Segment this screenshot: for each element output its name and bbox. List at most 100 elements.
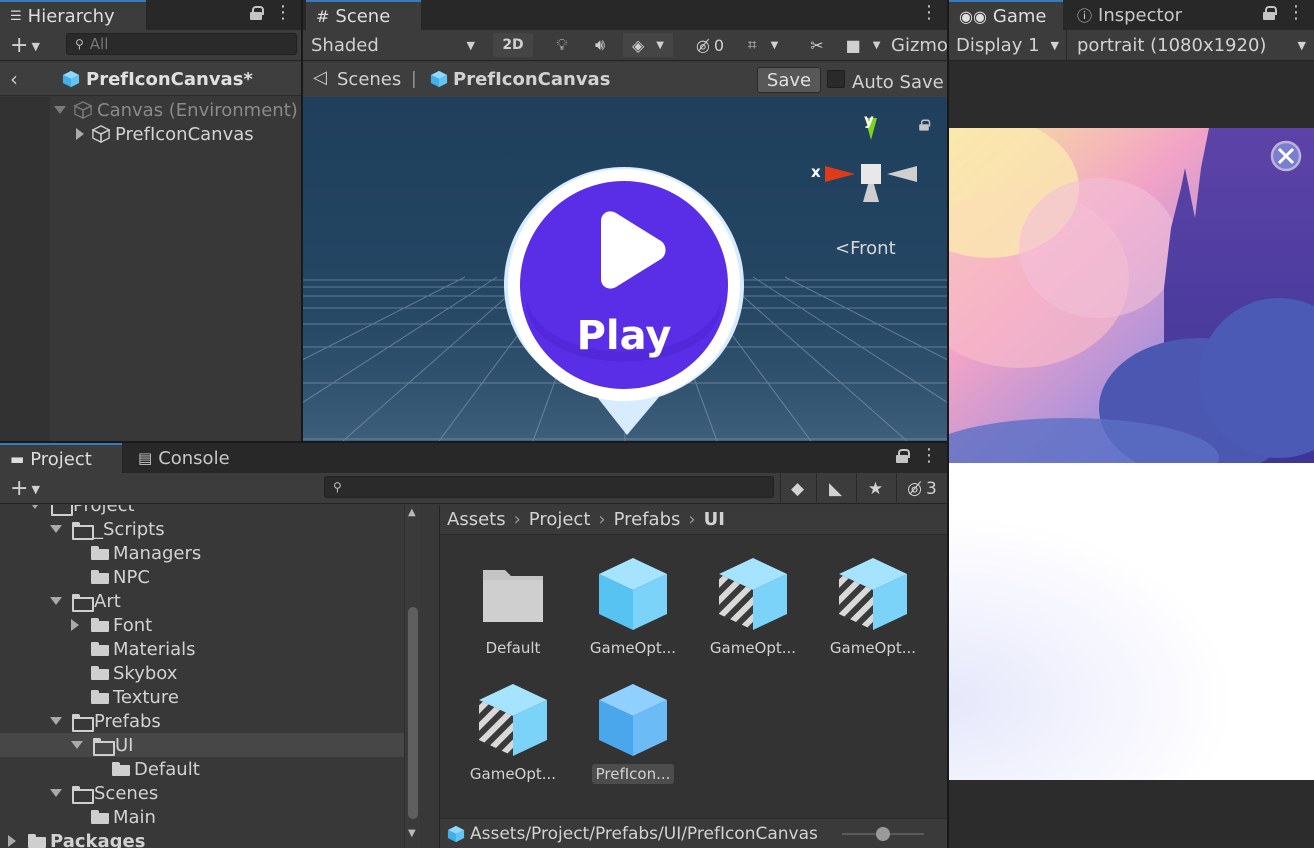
tree-row[interactable]: Project [0, 505, 420, 517]
expand-arrow-icon[interactable] [50, 789, 62, 797]
breadcrumb-ui[interactable]: UI [704, 509, 725, 530]
autosave-checkbox[interactable] [827, 70, 845, 88]
tab-inspector[interactable]: ⓘ Inspector [1067, 0, 1192, 30]
breadcrumb-scenes[interactable]: Scenes [337, 69, 401, 90]
tools-button[interactable]: ✂ [803, 33, 831, 57]
kebab-menu-icon[interactable]: ⋮ [920, 4, 938, 22]
tree-row[interactable]: Prefabs [0, 709, 420, 733]
tree-row[interactable]: Texture [0, 685, 420, 709]
project-search-input[interactable]: ⚲ [324, 476, 774, 498]
dropdown-arrow-icon: ▼ [31, 39, 40, 53]
expand-arrow-icon[interactable] [29, 505, 41, 509]
breadcrumb-prefabs[interactable]: Prefabs [614, 509, 681, 530]
asset-item[interactable]: GameOpt... [578, 556, 688, 666]
scrollbar-thumb[interactable] [408, 607, 418, 819]
asset-item[interactable]: PrefIcon... [578, 682, 688, 792]
tree-row[interactable]: UI [0, 733, 420, 757]
prefab-cube-icon [447, 825, 465, 843]
toggle-2d-button[interactable]: 2D [493, 33, 533, 57]
view-label-text: Front [850, 238, 896, 259]
breadcrumb-assets[interactable]: Assets [447, 509, 506, 530]
tree-row[interactable]: Skybox [0, 661, 420, 685]
save-button[interactable]: Save [757, 67, 821, 93]
favorites-button[interactable]: ★ [856, 473, 894, 504]
tree-row[interactable]: _Scripts [0, 517, 420, 541]
tree-row-label: Managers [113, 542, 202, 564]
tree-row[interactable]: Main [0, 805, 420, 829]
filter-by-type-button[interactable]: ◆ [780, 473, 814, 504]
tree-row[interactable]: Default [0, 757, 420, 781]
tab-scene[interactable]: # Scene [306, 0, 421, 30]
breadcrumb-project[interactable]: Project [529, 509, 591, 530]
expand-arrow-icon[interactable] [50, 597, 62, 605]
tree-row[interactable]: Materials [0, 637, 420, 661]
gizmo-lock-icon[interactable] [919, 119, 931, 131]
scene-visibility-toggle[interactable]: ◎̸ 0 [688, 33, 732, 57]
lock-icon[interactable] [250, 6, 264, 20]
zoom-slider-thumb[interactable] [876, 827, 890, 841]
lighting-toggle[interactable]: 💡︎ [548, 33, 576, 57]
expand-arrow-icon[interactable] [71, 741, 83, 749]
collapse-arrow-icon[interactable] [8, 835, 16, 847]
lock-icon[interactable] [1263, 6, 1277, 20]
asset-item[interactable]: Default [458, 556, 568, 666]
lock-icon[interactable] [896, 449, 910, 463]
tab-game[interactable]: ◉◉ Game [949, 0, 1063, 30]
scene-viewport[interactable]: Play y x <Front [303, 97, 947, 441]
back-arrow-icon[interactable]: ‹ [10, 67, 18, 91]
expand-arrow-icon[interactable] [76, 128, 84, 140]
tree-row[interactable]: Packages [0, 829, 420, 848]
resolution-dropdown[interactable]: portrait (1080x1920) ▼ [1069, 30, 1314, 61]
hidden-packages-button[interactable]: ◎̸ 3 [896, 473, 947, 504]
speaker-icon: 🔊︎ [594, 35, 606, 54]
create-asset-button[interactable]: + ▼ [10, 476, 40, 501]
tree-row[interactable]: Art [0, 589, 420, 613]
expand-arrow-icon[interactable] [50, 525, 62, 533]
grid-snap-toggle[interactable]: ⌗ ▼ [737, 33, 789, 57]
hierarchy-search-input[interactable]: ⚲ All [66, 33, 297, 55]
kebab-menu-icon[interactable]: ⋮ [1287, 4, 1305, 22]
scroll-up-icon[interactable]: ▲ [408, 507, 416, 518]
asset-item[interactable]: GameOpt... [818, 556, 928, 666]
close-x-icon[interactable] [1271, 141, 1301, 171]
breadcrumb-prefab[interactable]: PrefIconCanvas [453, 69, 610, 90]
kebab-menu-icon[interactable]: ⋮ [920, 447, 938, 465]
display-dropdown[interactable]: Display 1 ▼ [949, 30, 1067, 61]
hierarchy-row-preficoncanvas[interactable]: PrefIconCanvas [0, 122, 301, 146]
game-render-area[interactable] [949, 128, 1314, 780]
camera-button[interactable]: ■ ▼ [839, 33, 887, 57]
filter-by-label-button[interactable]: ◣ [816, 473, 854, 504]
tree-row[interactable]: NPC [0, 565, 420, 589]
audio-toggle[interactable]: 🔊︎ [586, 33, 614, 57]
tab-project[interactable]: ▬ Project [0, 443, 122, 473]
view-label[interactable]: <Front [835, 238, 896, 259]
kebab-menu-icon[interactable]: ⋮ [274, 4, 292, 22]
expand-arrow-icon[interactable] [54, 106, 66, 114]
asset-item[interactable]: GameOpt... [698, 556, 808, 666]
zoom-slider[interactable] [842, 827, 924, 841]
tree-scrollbar[interactable]: ▲ ▼ [404, 505, 420, 848]
tab-hierarchy[interactable]: ☰ Hierarchy [0, 0, 146, 30]
collapse-arrow-icon[interactable] [71, 619, 79, 631]
project-folder-tree[interactable]: Project _Scripts Managers NPC Art Font Materia… [0, 505, 420, 848]
tree-row[interactable]: Managers [0, 541, 420, 565]
effects-toggle[interactable]: ◈ ▼ [623, 33, 673, 57]
hierarchy-row-canvas-environment[interactable]: Canvas (Environment) [0, 98, 301, 122]
orientation-gizmo[interactable]: y x <Front [803, 111, 943, 262]
scroll-down-icon[interactable]: ▼ [408, 828, 416, 839]
shading-mode-dropdown[interactable]: Shaded ▼ [303, 33, 483, 57]
grid-hash-icon: # [316, 6, 330, 26]
gameobject-cube-icon [74, 101, 92, 119]
tree-row[interactable]: Font [0, 613, 420, 637]
asset-label: GameOpt... [589, 639, 677, 657]
asset-item[interactable]: GameOpt... [458, 682, 568, 792]
expand-arrow-icon[interactable] [50, 717, 62, 725]
gizmos-button[interactable]: Gizmo [891, 33, 947, 57]
create-button[interactable]: + ▼ [10, 33, 40, 58]
game-tab-tools: ⋮ [1263, 4, 1305, 22]
folder-icon [91, 642, 109, 656]
play-button-graphic: Play [504, 167, 744, 435]
tab-console[interactable]: ▤ Console [128, 443, 240, 473]
tree-row[interactable]: Scenes [0, 781, 420, 805]
folder-open-icon [93, 738, 115, 756]
